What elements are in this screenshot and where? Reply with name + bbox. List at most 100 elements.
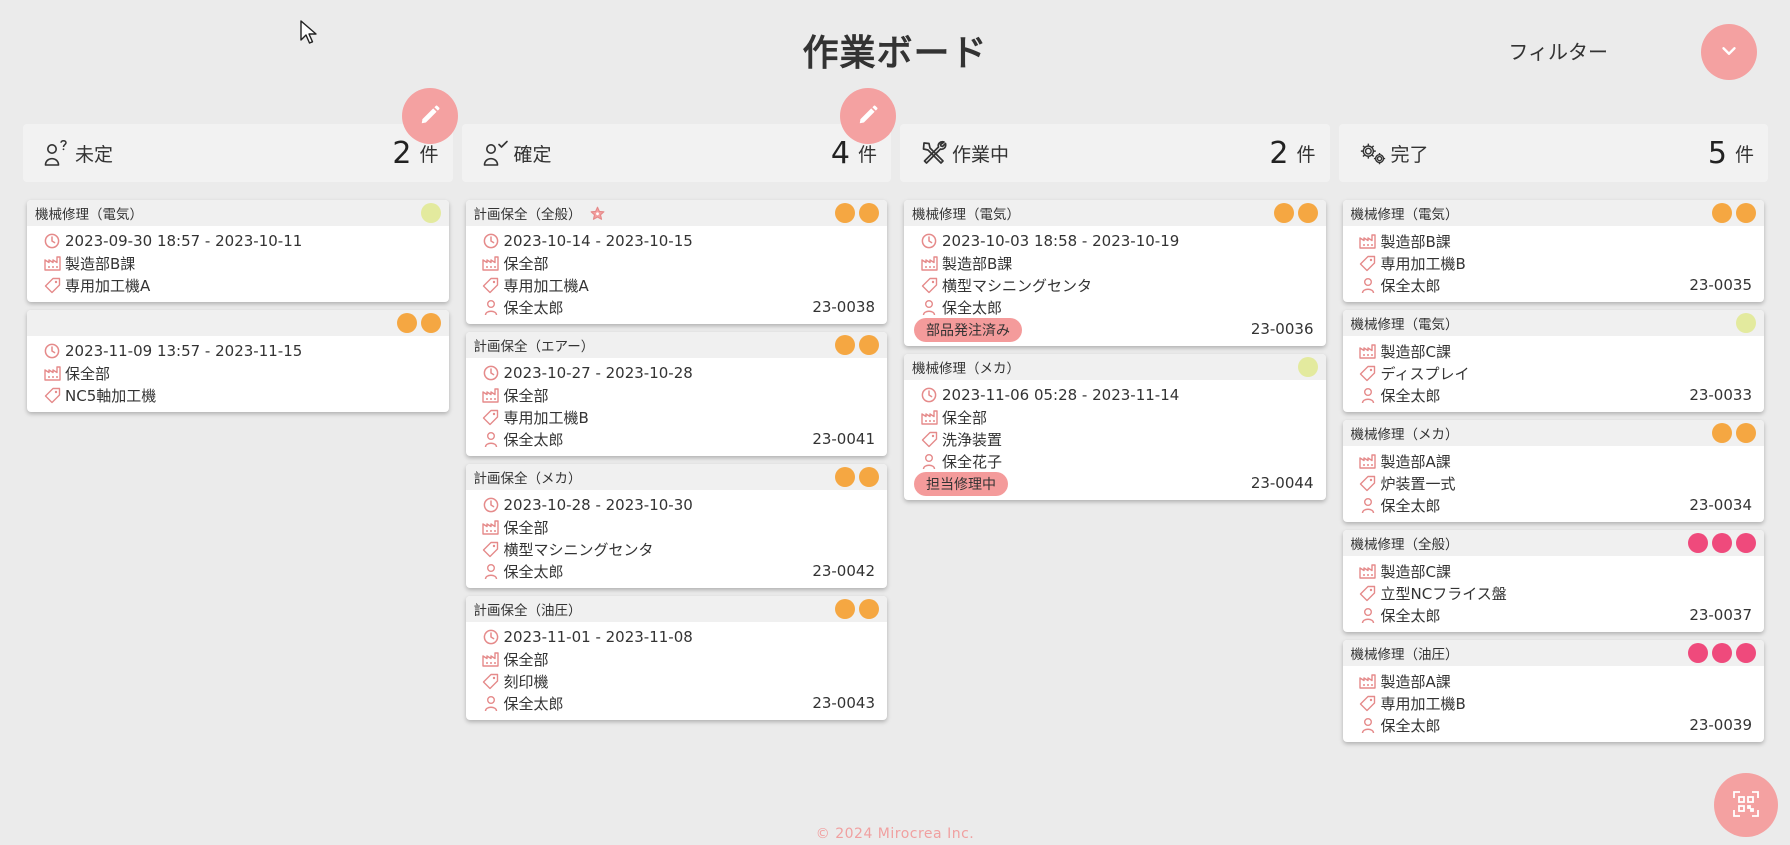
column-count: 2 — [1269, 135, 1289, 171]
priority-dots — [1688, 643, 1756, 663]
machine-name-row: 専用加工機B — [482, 406, 878, 428]
schedule-period-row: 2023-10-03 18:58 - 2023-10-19 — [920, 230, 1316, 252]
card-header: 計画保全（エアー） — [465, 332, 887, 358]
department: 保全部 — [65, 364, 111, 383]
person-icon — [1359, 716, 1377, 734]
machine-name-row: 専用加工機A — [43, 274, 439, 296]
filter-label[interactable]: フィルター — [1508, 36, 1608, 65]
column-count-unit: 件 — [1734, 143, 1754, 166]
column-title: 完了 — [1390, 143, 1429, 166]
machine-name-row: 刻印機 — [482, 670, 878, 692]
card-body: 2023-11-09 13:57 - 2023-11-15 保全部 NC5軸加工機 — [27, 336, 449, 412]
filter-toggle-button[interactable] — [1701, 24, 1757, 80]
machine-name: 刻印機 — [503, 672, 549, 691]
work-order-card[interactable]: 機械修理（電気） 製造部C課 ディスプレイ 保全太郎 23-0033 — [1342, 310, 1764, 412]
pencil-icon — [857, 104, 879, 129]
work-order-card[interactable]: 機械修理（メカ） 2023-11-06 05:28 - 2023-11-14 保全部… — [904, 354, 1326, 500]
priority-dot — [1688, 643, 1708, 663]
work-order-card[interactable]: 機械修理（電気） 製造部B課 専用加工機B 保全太郎 23-0035 — [1342, 200, 1764, 302]
department-row: 製造部B課 — [1359, 230, 1755, 252]
department: 製造部B課 — [1380, 232, 1451, 251]
factory-icon — [1359, 562, 1377, 580]
machine-name: 横型マシニングセンタ — [503, 540, 654, 559]
department: 製造部C課 — [1380, 342, 1451, 361]
tools-icon — [920, 139, 948, 167]
assignee: 保全太郎 — [1380, 386, 1441, 405]
chevron-down-icon — [1718, 40, 1740, 65]
priority-dot — [835, 599, 855, 619]
tag-icon — [1359, 474, 1377, 492]
card-title: 機械修理（全般） — [1350, 537, 1459, 553]
edit-column-button[interactable] — [401, 88, 458, 144]
card-header: 機械修理（電気） — [1342, 310, 1764, 336]
person-icon — [482, 694, 500, 712]
priority-dots — [420, 203, 441, 223]
board-column: 作業中 2 件機械修理（電気） 2023-10-03 18:58 - 2023-10-… — [900, 124, 1330, 742]
card-header: 機械修理（電気） — [27, 200, 449, 226]
department-row: 保全部 — [920, 406, 1316, 428]
work-order-id: 23-0042 — [812, 562, 875, 580]
work-order-card[interactable]: 計画保全（エアー） 2023-10-27 - 2023-10-28 保全部 専用加工機… — [465, 332, 888, 456]
card-body: 製造部C課 立型NCフライス盤 保全太郎 23-0037 — [1343, 556, 1765, 632]
person-icon — [1359, 276, 1377, 294]
work-order-card[interactable]: 計画保全（メカ） 2023-10-28 - 2023-10-30 保全部 横型マシニン… — [465, 464, 887, 588]
tag-icon — [1359, 254, 1377, 272]
assignee: 保全太郎 — [1380, 716, 1441, 735]
card-header: 計画保全（油圧） — [465, 596, 887, 622]
board-column: 確定 4 件計画保全（全般） 2023-10-14 - 2023-10-15 保全部 専用… — [461, 88, 896, 742]
factory-icon — [920, 254, 938, 272]
schedule-period-row: 2023-09-30 18:57 - 2023-10-11 — [43, 230, 439, 252]
tag-icon — [43, 276, 61, 294]
tag-icon — [1359, 694, 1377, 712]
card-header: 計画保全（全般） — [465, 200, 887, 226]
qr-scan-button[interactable] — [1714, 773, 1778, 837]
department-row: 製造部C課 — [1359, 340, 1755, 362]
priority-dots — [1712, 203, 1756, 223]
priority-dot — [420, 203, 441, 223]
schedule-period-row: 2023-10-14 - 2023-10-15 — [482, 230, 878, 252]
schedule-period: 2023-10-14 - 2023-10-15 — [503, 232, 693, 250]
card-title: 計画保全（全般） — [473, 207, 582, 223]
card-body: 2023-11-06 05:28 - 2023-11-14 保全部 洗浄装置 保全花子… — [904, 380, 1326, 500]
department-row: 製造部A課 — [1359, 670, 1755, 692]
tag-icon — [43, 386, 61, 404]
department-row: 保全部 — [482, 252, 878, 274]
person-icon — [920, 298, 938, 316]
work-order-card[interactable]: 機械修理（油圧） 製造部A課 専用加工機B 保全太郎 23-0039 — [1342, 640, 1764, 742]
work-order-card[interactable]: 機械修理（全般） 製造部C課 立型NCフライス盤 保全太郎 23-0037 — [1342, 530, 1765, 632]
card-body: 2023-10-27 - 2023-10-28 保全部 専用加工機B 保全太郎 23-0… — [466, 358, 888, 456]
work-order-id: 23-0043 — [812, 694, 875, 712]
work-order-card[interactable]: 計画保全（全般） 2023-10-14 - 2023-10-15 保全部 専用加工機A… — [465, 200, 887, 324]
priority-dot — [1273, 203, 1294, 223]
person-icon — [482, 298, 500, 316]
priority-dot — [859, 599, 879, 619]
schedule-period: 2023-11-06 05:28 - 2023-11-14 — [942, 386, 1180, 404]
factory-icon — [1359, 672, 1377, 690]
person-icon — [1359, 496, 1377, 514]
assignee: 保全太郎 — [1380, 276, 1441, 295]
person-check-icon — [482, 139, 510, 167]
tag-icon — [920, 276, 938, 294]
clock-icon — [482, 364, 500, 382]
department-row: 保全部 — [43, 362, 439, 384]
qr-code-icon — [1733, 790, 1759, 820]
person-icon — [482, 430, 500, 448]
priority-dot — [835, 335, 855, 355]
work-order-card[interactable]: 2023-11-09 13:57 - 2023-11-15 保全部 NC5軸加工機 — [27, 310, 449, 412]
card-title: 計画保全（油圧） — [473, 603, 582, 619]
schedule-period: 2023-10-03 18:58 - 2023-10-19 — [942, 232, 1180, 250]
priority-dot — [1712, 203, 1732, 223]
department: 保全部 — [942, 408, 988, 427]
factory-icon — [1359, 232, 1377, 250]
star-icon — [590, 206, 605, 221]
pencil-icon — [419, 104, 441, 129]
work-order-card[interactable]: 機械修理（メカ） 製造部A課 炉装置一式 保全太郎 23-0034 — [1342, 420, 1764, 522]
work-order-card[interactable]: 機械修理（電気） 2023-09-30 18:57 - 2023-10-11 製造部… — [27, 200, 449, 302]
edit-column-button[interactable] — [840, 88, 896, 144]
factory-icon — [482, 518, 500, 536]
factory-icon — [1359, 452, 1377, 470]
card-title: 計画保全（メカ） — [473, 471, 582, 487]
machine-name: 専用加工機B — [503, 408, 589, 427]
work-order-card[interactable]: 計画保全（油圧） 2023-11-01 - 2023-11-08 保全部 刻印機 保全太… — [465, 596, 887, 720]
work-order-card[interactable]: 機械修理（電気） 2023-10-03 18:58 - 2023-10-19 製造部… — [904, 200, 1326, 346]
